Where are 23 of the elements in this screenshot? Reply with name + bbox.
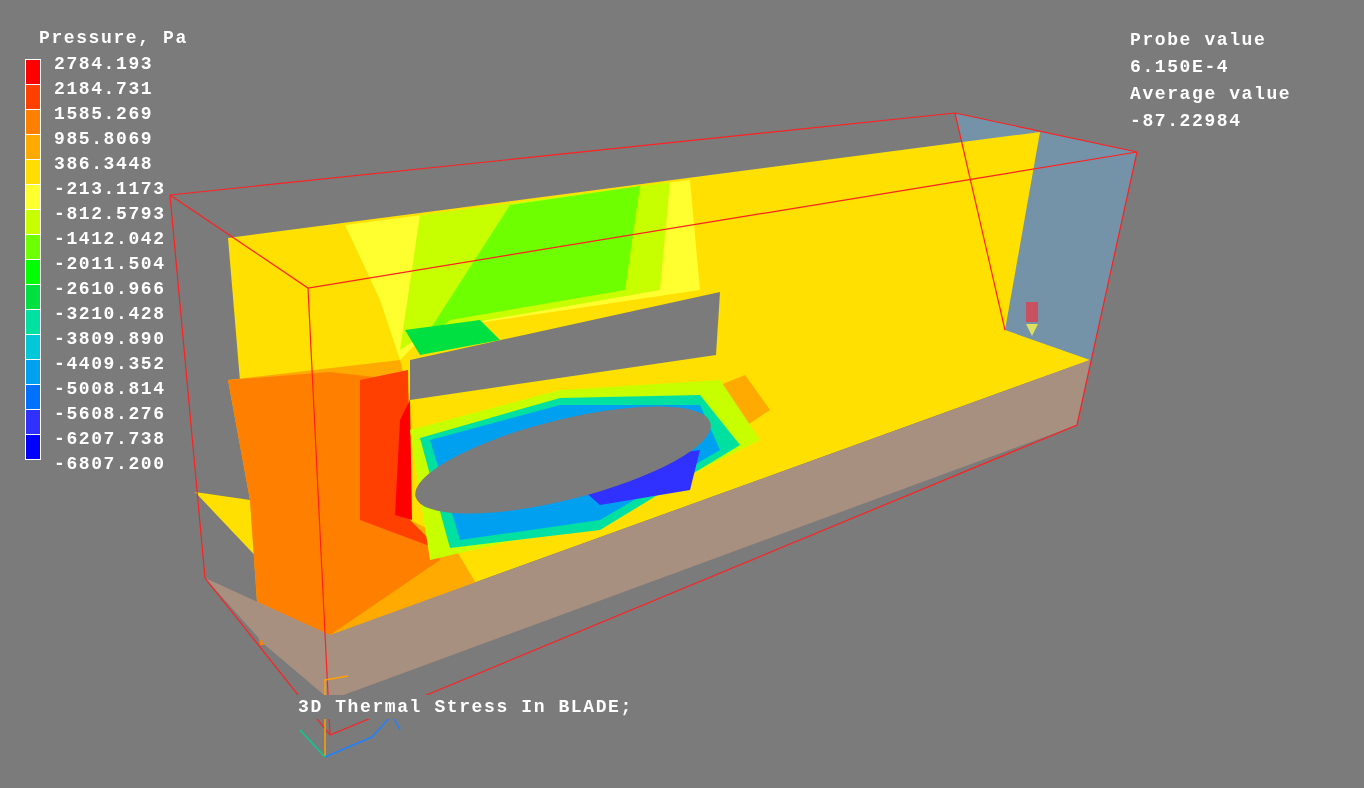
legend-value: -6807.200 [54,453,166,476]
legend-value: -812.5793 [54,203,166,226]
legend-value: -3210.428 [54,303,166,326]
legend-value: -213.1173 [54,178,166,201]
legend-value: -2610.966 [54,278,166,301]
legend-value: -6207.738 [54,428,166,451]
legend-value: 2784.193 [54,53,155,76]
legend-value: 1585.269 [54,103,155,126]
legend-value: -1412.042 [54,228,166,251]
probe-value: 6.150E-4 [1130,56,1231,79]
average-label: Average value [1130,83,1292,106]
legend-value: -5608.276 [54,403,166,426]
legend-value: 386.3448 [54,153,155,176]
probe-label: Probe value [1130,29,1268,52]
legend-value: 2184.731 [54,78,155,101]
legend-value: -2011.504 [54,253,166,276]
legend-value: 985.8069 [54,128,155,151]
probe-marker-icon [1026,302,1038,336]
average-value: -87.22984 [1130,110,1243,133]
legend-title: Pressure, Pa [39,27,188,49]
legend-value: -3809.890 [54,328,166,351]
legend-value: -4409.352 [54,353,166,376]
legend-value: -5008.814 [54,378,166,401]
